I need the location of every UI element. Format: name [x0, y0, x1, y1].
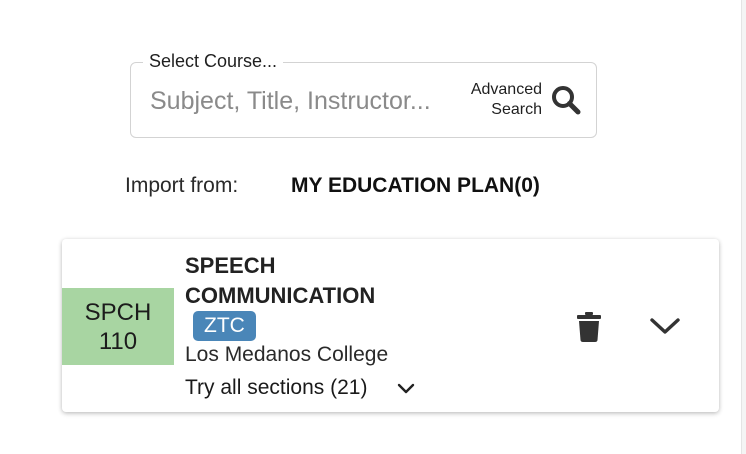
search-icon — [552, 86, 581, 115]
sections-dropdown[interactable]: Try all sections (21) — [185, 373, 417, 403]
ztc-badge: ZTC — [193, 311, 256, 341]
course-title: SPEECH COMMUNICATION — [185, 253, 376, 308]
chevron-down-icon — [650, 318, 680, 334]
chevron-down-icon — [398, 383, 415, 394]
course-search-input[interactable] — [150, 82, 460, 120]
import-from-label: Import from: — [125, 174, 239, 197]
course-code-block: SPCH 110 — [62, 288, 174, 365]
course-subject: SPCH — [84, 298, 152, 326]
college-name: Los Medanos College — [185, 343, 389, 366]
expand-course-button[interactable] — [647, 311, 683, 341]
scrollbar[interactable] — [741, 0, 746, 454]
course-number: 110 — [98, 327, 138, 355]
import-education-plan-link[interactable]: MY EDUCATION PLAN(0) — [291, 174, 540, 198]
advanced-search-label: Advanced Search — [470, 81, 542, 118]
advanced-search-button[interactable]: Advanced Search — [460, 79, 582, 121]
course-card: SPCH 110 SPEECH COMMUNICATION ZTC Los Me… — [62, 239, 719, 412]
course-search-legend: Select Course... — [143, 48, 284, 74]
sections-label: Try all sections (21) — [185, 376, 368, 399]
trash-icon — [577, 312, 601, 342]
remove-course-button[interactable] — [573, 311, 605, 343]
